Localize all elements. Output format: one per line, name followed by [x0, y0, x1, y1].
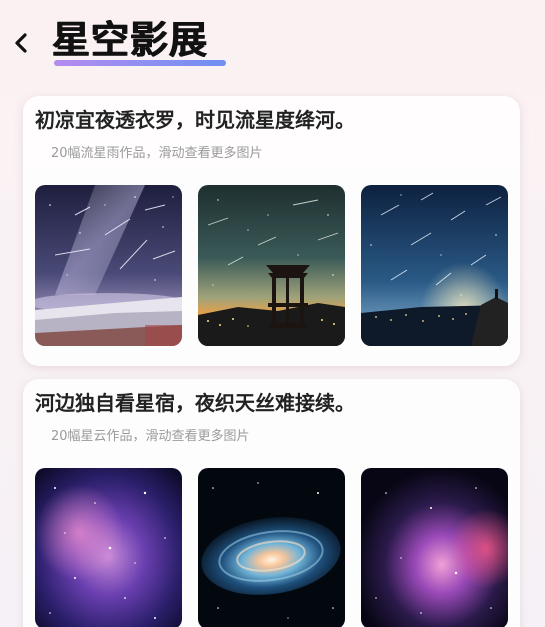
- image-carousel[interactable]: [35, 185, 508, 346]
- section-subtitle: 20幅流星雨作品，滑动查看更多图片: [51, 146, 263, 161]
- section-title: 初凉宜夜透衣罗，时见流星度绛河。: [35, 108, 355, 132]
- section-subtitle: 20幅星云作品，滑动查看更多图片: [51, 429, 250, 444]
- section-card-nebula: 河边独自看星宿，夜织天丝难接续。 20幅星云作品，滑动查看更多图片: [23, 379, 520, 627]
- galaxy-spiral-image[interactable]: [198, 468, 345, 627]
- image-carousel[interactable]: [35, 468, 508, 627]
- meteor-pavilion-image[interactable]: [198, 185, 345, 346]
- page-title: 星空影展: [52, 18, 209, 62]
- nebula-purple-image[interactable]: [35, 468, 182, 627]
- meteor-city-image[interactable]: [361, 185, 508, 346]
- section-card-meteor: 初凉宜夜透衣罗，时见流星度绛河。 20幅流星雨作品，滑动查看更多图片: [23, 96, 520, 366]
- chevron-left-icon: [15, 33, 27, 53]
- back-button[interactable]: [8, 26, 34, 60]
- nebula-pink-image[interactable]: [361, 468, 508, 627]
- meteor-snowfield-image[interactable]: [35, 185, 182, 346]
- page-title-wrap: 星空影展: [52, 12, 226, 68]
- header: 星空影展: [0, 0, 545, 86]
- section-title: 河边独自看星宿，夜织天丝难接续。: [35, 391, 355, 415]
